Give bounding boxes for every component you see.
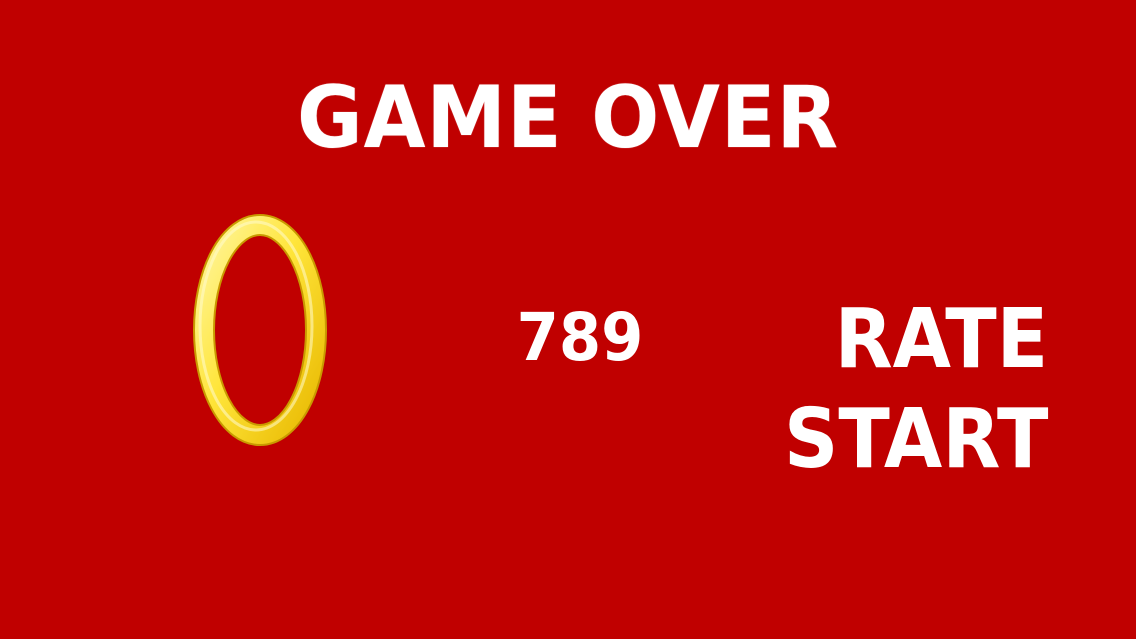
game-over-title: GAME OVER: [297, 68, 839, 168]
game-over-screen: GAME OVER 789 RATE START: [0, 0, 1136, 639]
score-value: 789: [516, 299, 644, 376]
rate-button[interactable]: RATE: [834, 294, 1048, 386]
start-button[interactable]: START: [784, 394, 1048, 486]
gold-ring-icon: [186, 208, 334, 453]
